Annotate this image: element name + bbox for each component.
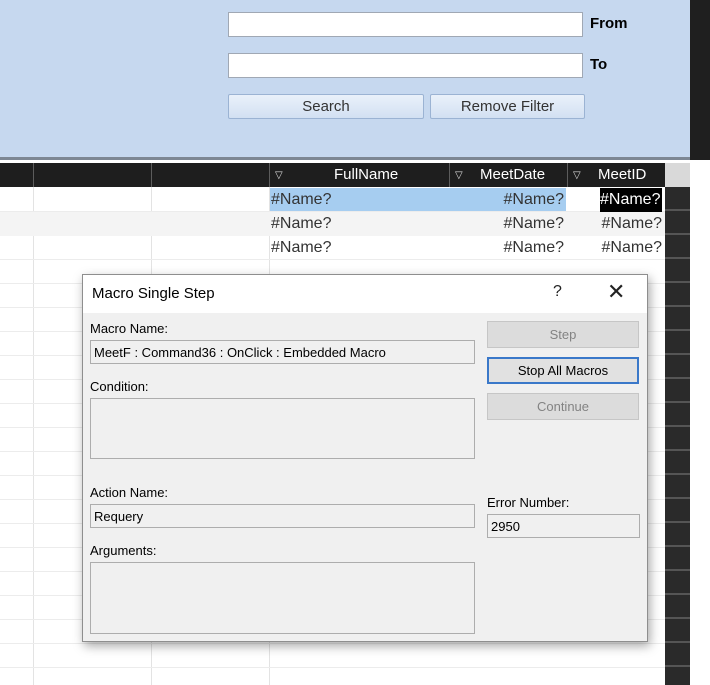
table-row[interactable]: #Name? #Name? #Name?: [0, 236, 665, 260]
table-row[interactable]: #Name? #Name? #Name?: [0, 188, 665, 212]
form-separator: [0, 157, 690, 160]
header-divider: [449, 163, 450, 187]
from-date-input[interactable]: [228, 12, 583, 37]
action-name-label: Action Name:: [90, 485, 169, 500]
header-divider: [567, 163, 568, 187]
remove-filter-button[interactable]: Remove Filter: [430, 94, 585, 119]
grid-line: [0, 667, 665, 668]
column-header-meetdate[interactable]: MeetDate: [480, 163, 545, 187]
condition-label: Condition:: [90, 379, 149, 394]
arguments-field[interactable]: [90, 562, 475, 634]
dialog-titlebar[interactable]: Macro Single Step ? ✕: [83, 275, 647, 313]
sort-arrow-icon[interactable]: ▽: [573, 163, 581, 189]
help-icon[interactable]: ?: [553, 283, 562, 301]
macro-single-step-dialog: Macro Single Step ? ✕ Macro Name: MeetF …: [82, 274, 648, 642]
error-number-field[interactable]: 2950: [487, 514, 640, 538]
step-button[interactable]: Step: [487, 321, 639, 348]
continue-button[interactable]: Continue: [487, 393, 639, 420]
column-header-fullname[interactable]: FullName: [334, 163, 398, 187]
arguments-label: Arguments:: [90, 543, 157, 558]
condition-field[interactable]: [90, 398, 475, 459]
meetdate-cell[interactable]: #Name?: [450, 188, 564, 212]
header-extra-column: [665, 163, 690, 187]
macro-name-label: Macro Name:: [90, 321, 169, 336]
meetdate-cell[interactable]: #Name?: [450, 236, 564, 260]
macro-name-field[interactable]: MeetF : Command36 : OnClick : Embedded M…: [90, 340, 475, 364]
meetid-cell[interactable]: #Name?: [600, 188, 662, 212]
sort-arrow-icon[interactable]: ▽: [455, 163, 463, 189]
header-divider: [151, 163, 152, 187]
from-label: From: [590, 15, 628, 32]
to-date-input[interactable]: [228, 53, 583, 78]
error-number-label: Error Number:: [487, 495, 570, 510]
meetdate-cell[interactable]: #Name?: [450, 212, 564, 236]
header-divider: [269, 163, 270, 187]
fullname-cell[interactable]: #Name?: [271, 212, 447, 236]
right-dark-strip: [690, 0, 710, 160]
filter-panel: From To Search Remove Filter: [0, 0, 690, 157]
meetid-cell[interactable]: #Name?: [568, 212, 662, 236]
datasheet-header: ▽ FullName ▽ MeetDate ▽ MeetID: [0, 163, 690, 187]
grid-line: [0, 643, 665, 644]
datasheet-right-strip: [665, 187, 690, 685]
meetid-cell[interactable]: #Name?: [568, 236, 662, 260]
sort-arrow-icon[interactable]: ▽: [275, 163, 283, 189]
column-header-meetid[interactable]: MeetID: [598, 163, 646, 187]
to-label: To: [590, 56, 608, 73]
dialog-title: Macro Single Step: [92, 285, 215, 302]
search-button[interactable]: Search: [228, 94, 424, 119]
header-divider: [33, 163, 34, 187]
grid-line: [33, 187, 34, 685]
close-icon[interactable]: ✕: [607, 279, 625, 305]
table-row[interactable]: #Name? #Name? #Name?: [0, 212, 665, 236]
stop-all-macros-button[interactable]: Stop All Macros: [487, 357, 639, 384]
fullname-cell[interactable]: #Name?: [271, 236, 447, 260]
action-name-field[interactable]: Requery: [90, 504, 475, 528]
fullname-cell[interactable]: #Name?: [271, 188, 447, 212]
